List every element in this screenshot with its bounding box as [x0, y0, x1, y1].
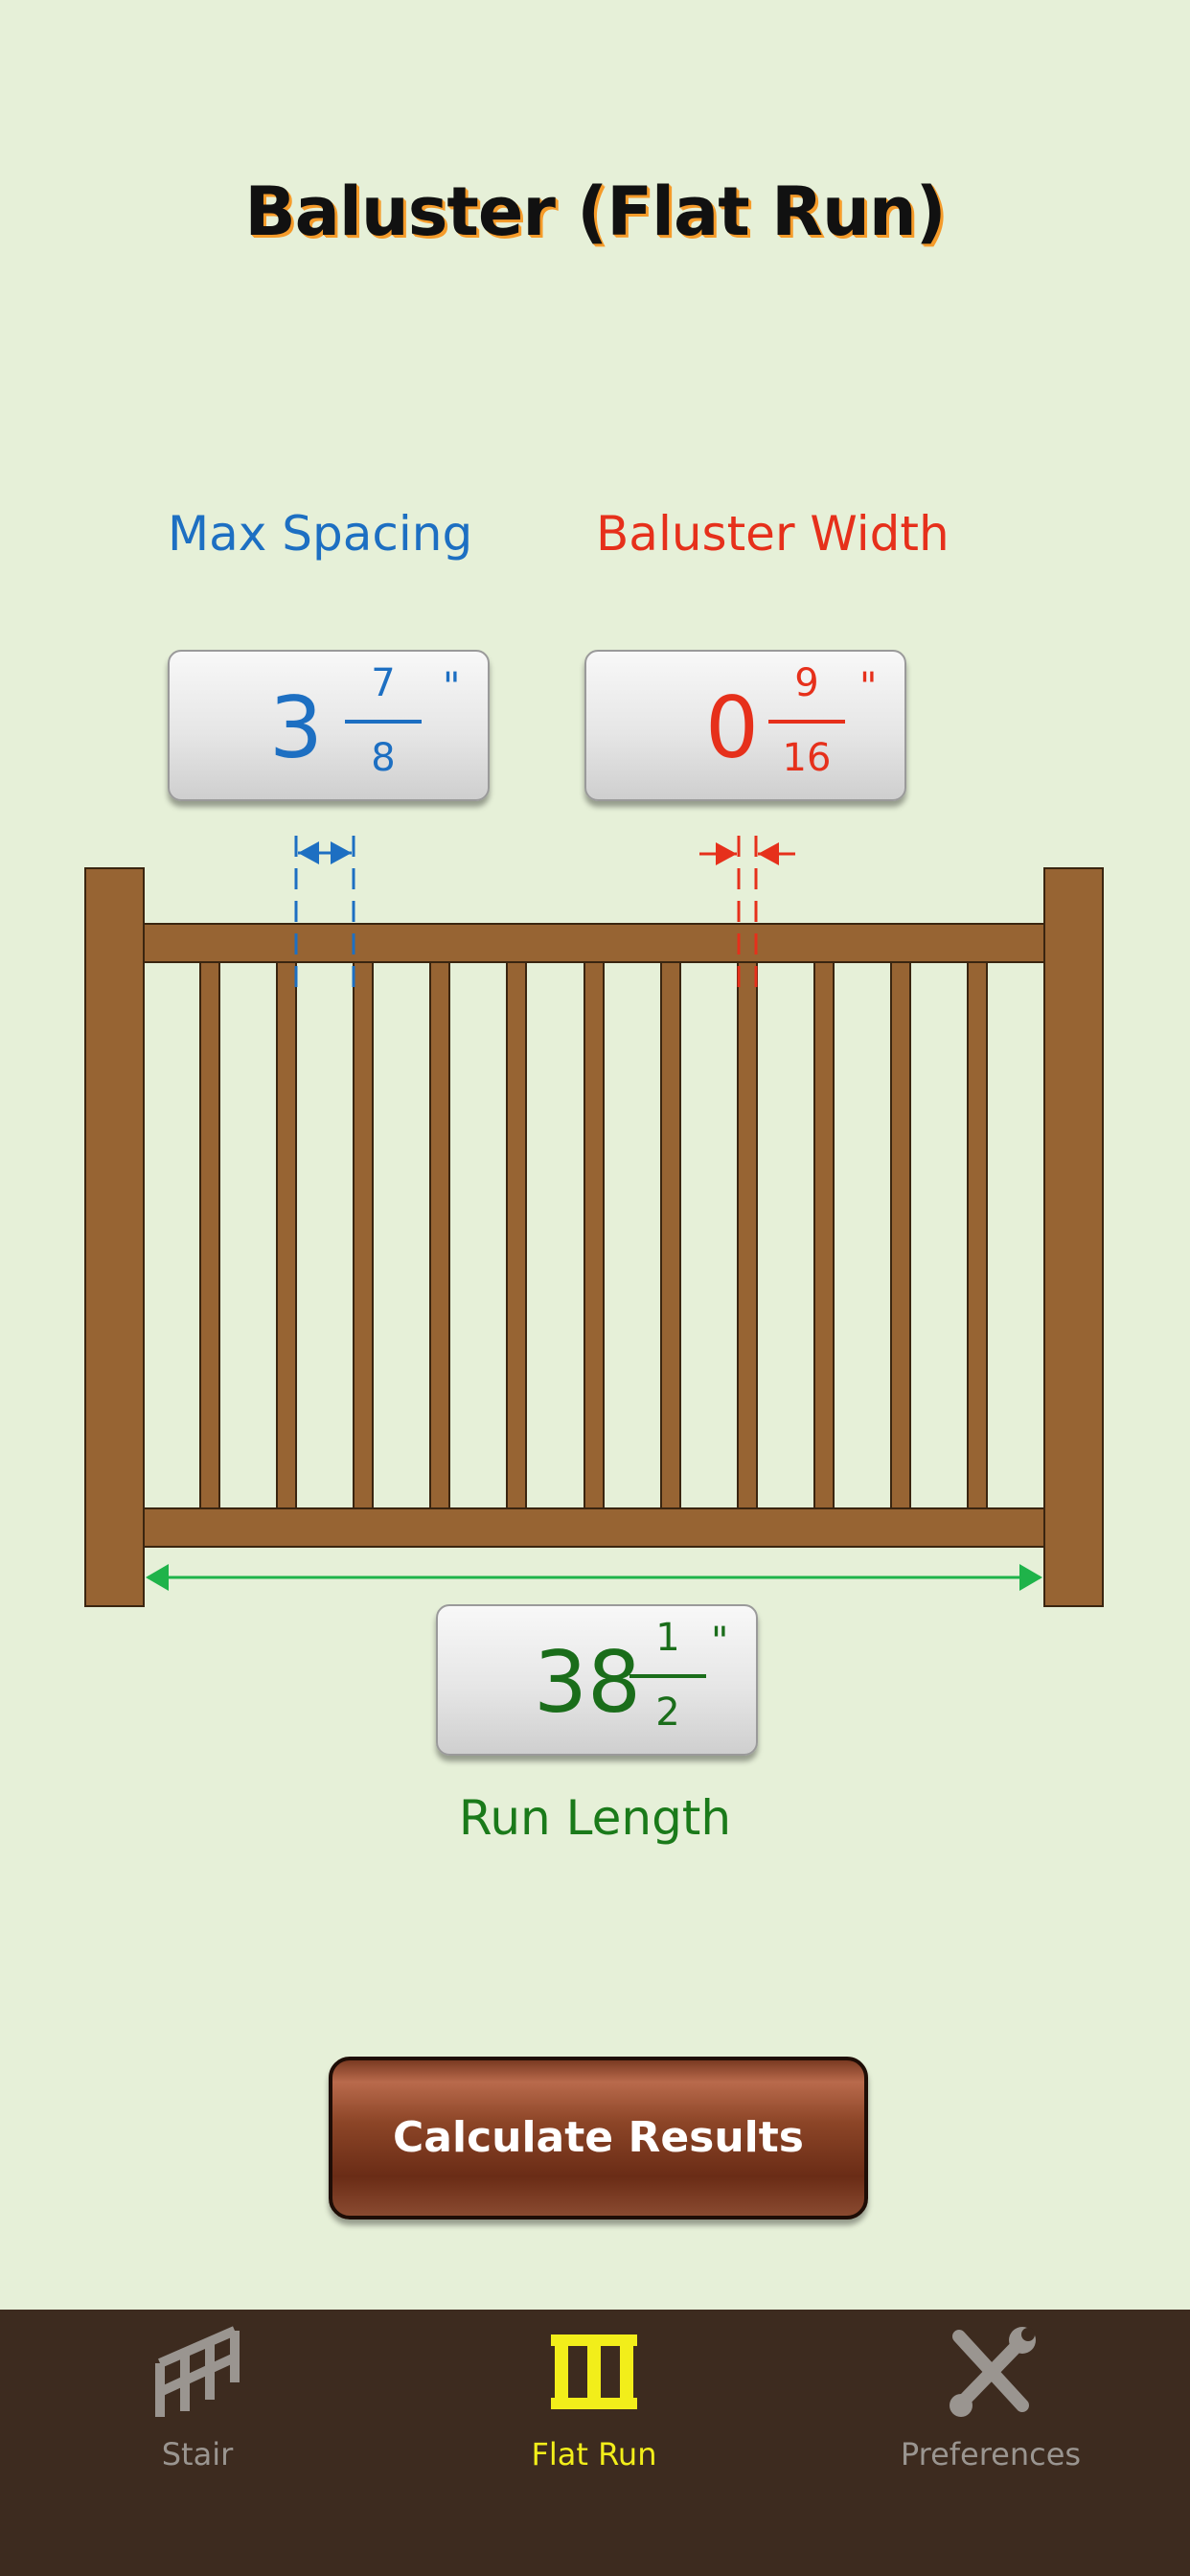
- right-post: [1043, 867, 1104, 1607]
- baluster: [660, 957, 681, 1513]
- tab-preferences[interactable]: Preferences: [847, 2310, 1134, 2501]
- spacing-dimension: [294, 836, 355, 987]
- baluster: [276, 957, 297, 1513]
- baluster: [353, 957, 374, 1513]
- top-rail: [143, 923, 1045, 963]
- run-length-numerator: 1: [655, 1616, 680, 1660]
- railing-diagram: [84, 836, 1104, 1607]
- baluster: [584, 957, 605, 1513]
- inch-mark: ": [711, 1620, 729, 1664]
- baluster: [813, 957, 835, 1513]
- run-length-whole: 38: [534, 1633, 641, 1732]
- baluster: [429, 957, 450, 1513]
- bottom-rail: [143, 1507, 1045, 1548]
- stair-icon: [155, 2326, 240, 2417]
- tab-preferences-label: Preferences: [900, 2436, 1082, 2472]
- tab-stair-label: Stair: [161, 2436, 234, 2472]
- baluster: [737, 957, 758, 1513]
- tab-stair[interactable]: Stair: [54, 2310, 341, 2501]
- baluster: [199, 957, 220, 1513]
- baluster: [890, 957, 911, 1513]
- balusters: [199, 957, 988, 1513]
- run-length-input[interactable]: 38 1 2 ": [436, 1604, 758, 1756]
- fraction-bar: [629, 1674, 706, 1678]
- flat-run-icon: [551, 2334, 637, 2409]
- run-length-arrow: [146, 1564, 1042, 1591]
- tools-icon: [950, 2327, 1036, 2417]
- calculate-results-button[interactable]: Calculate Results: [329, 2057, 868, 2220]
- tab-flat-run-label: Flat Run: [531, 2436, 657, 2472]
- left-post: [84, 867, 145, 1607]
- baluster: [967, 957, 988, 1513]
- tab-bar: Stair Flat Run Preferences: [0, 2310, 1190, 2576]
- run-length-label: Run Length: [458, 1790, 732, 1846]
- tab-flat-run[interactable]: Flat Run: [450, 2310, 738, 2501]
- baluster: [506, 957, 527, 1513]
- run-length-denominator: 2: [655, 1690, 680, 1735]
